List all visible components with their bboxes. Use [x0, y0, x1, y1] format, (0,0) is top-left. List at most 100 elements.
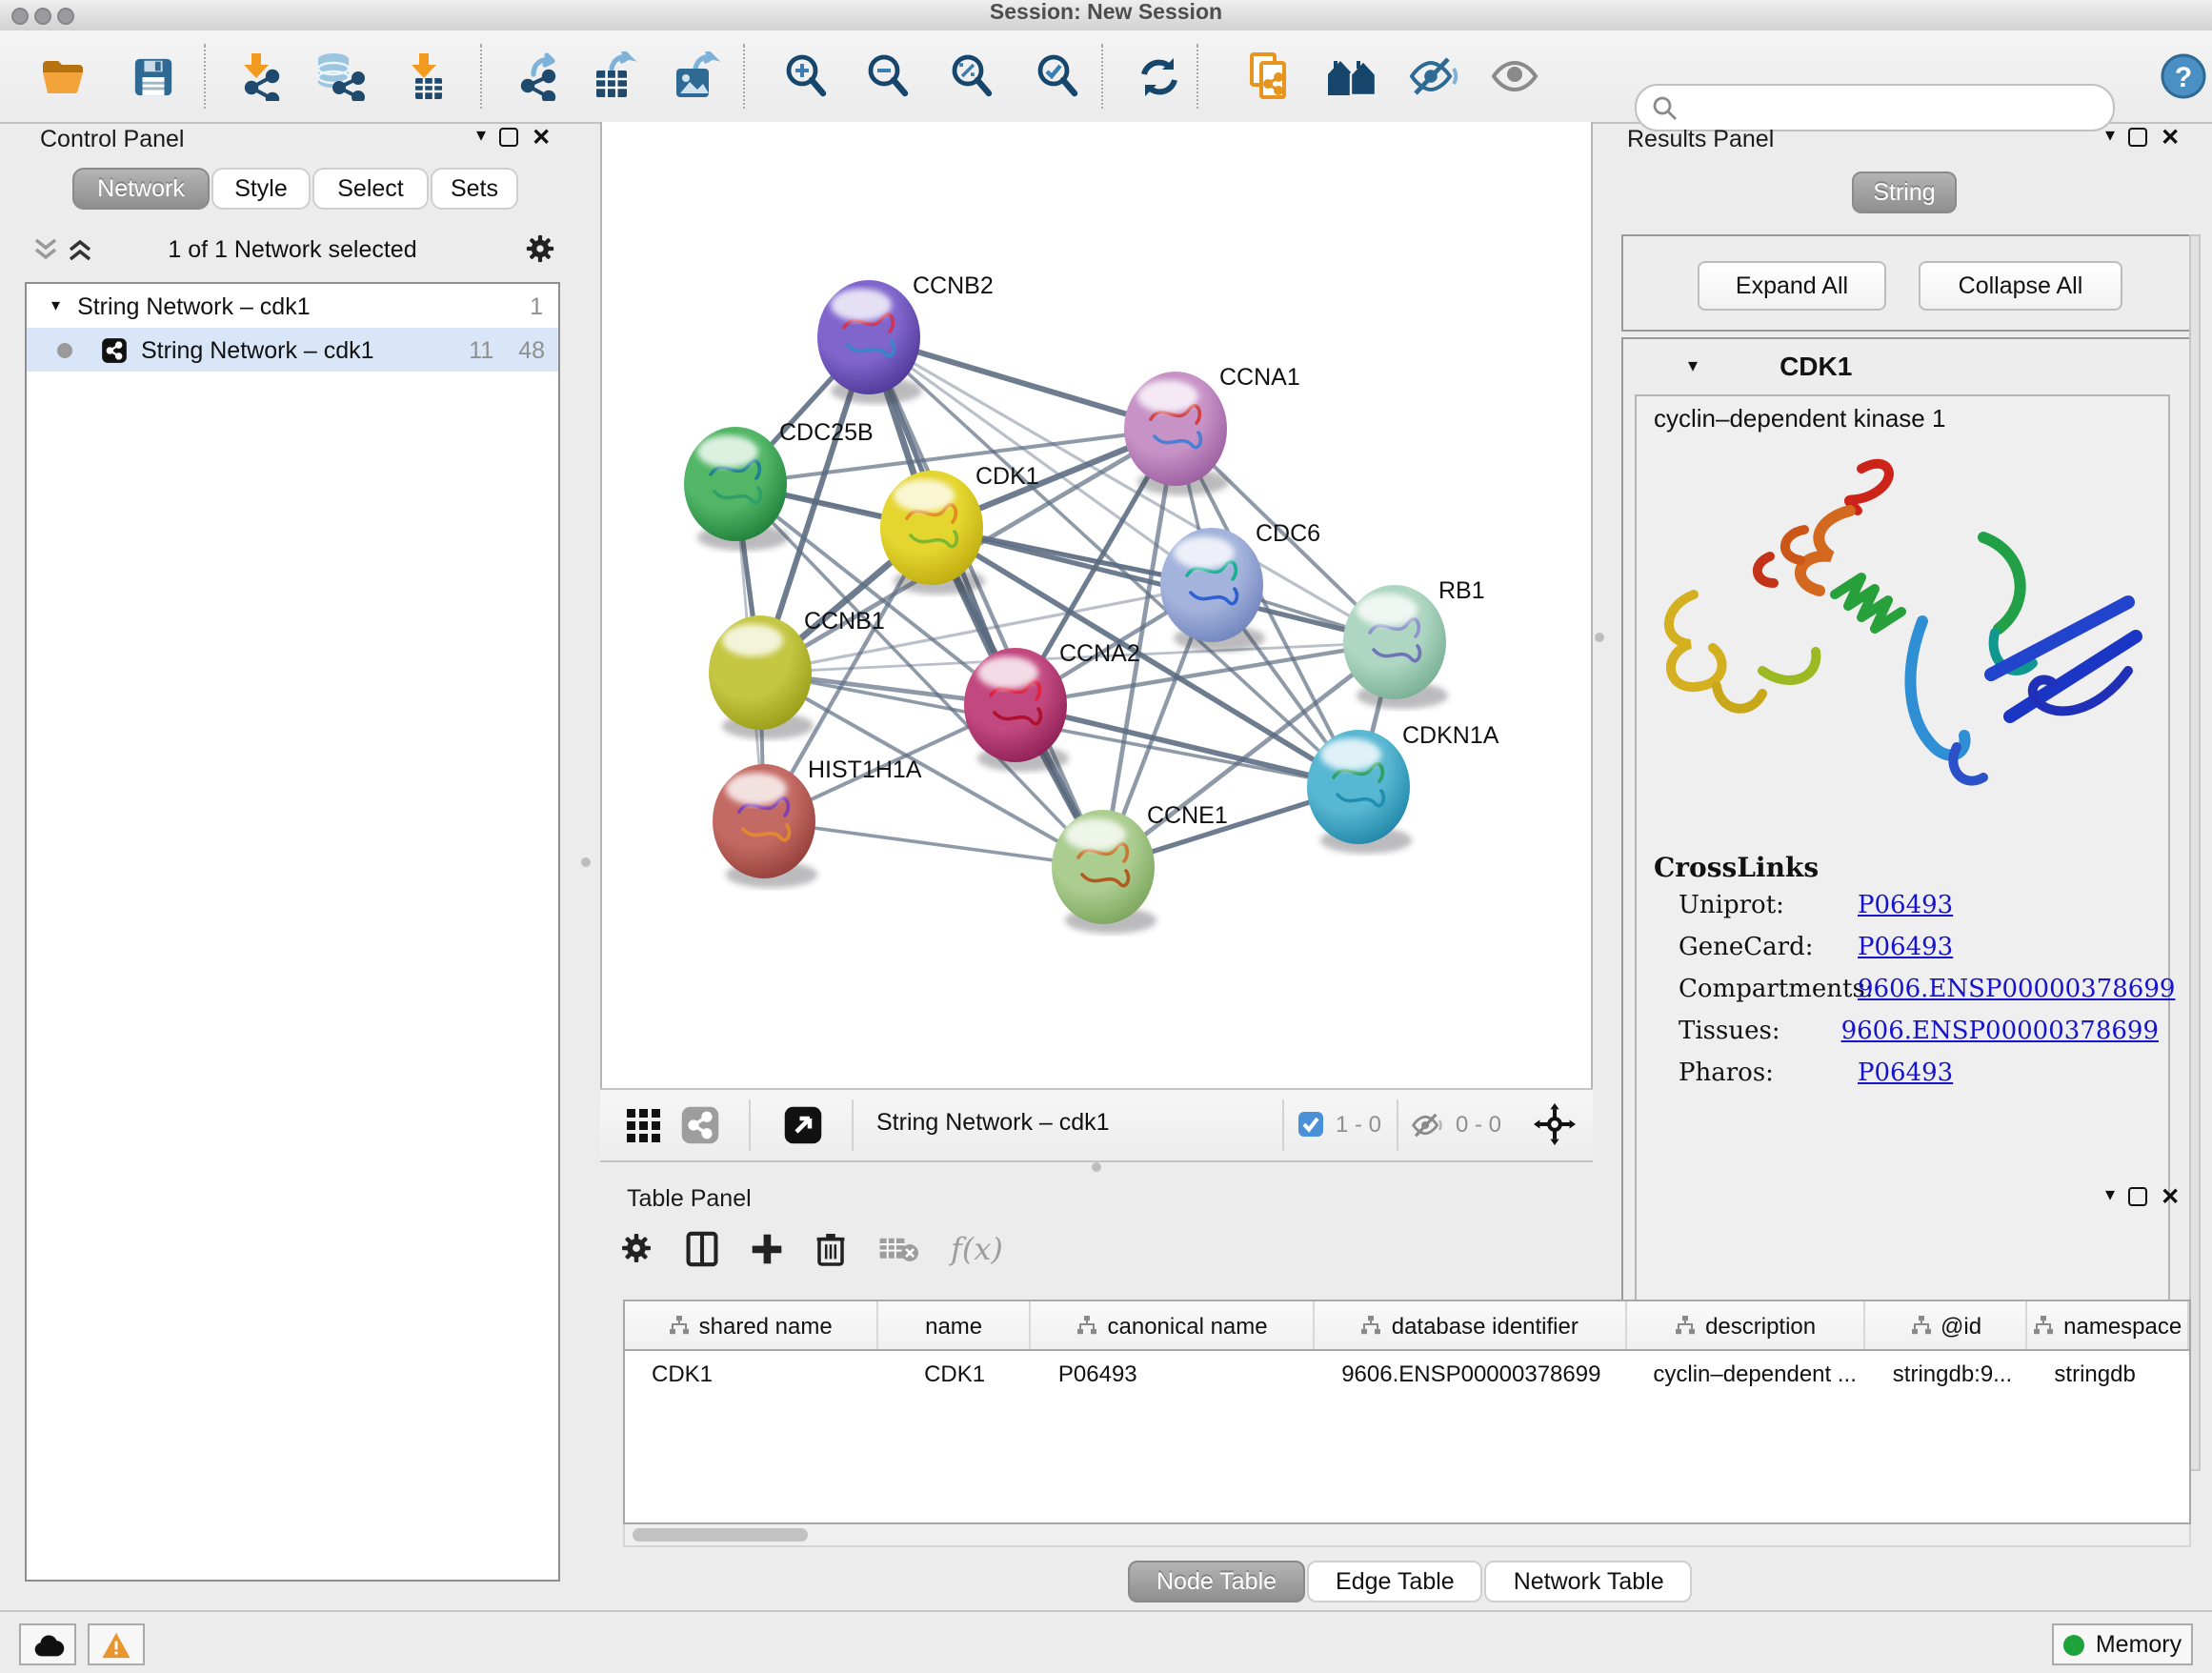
network-node-CDKN1A[interactable]: [1307, 730, 1410, 844]
search-input[interactable]: [1686, 92, 2113, 123]
tab-network[interactable]: Network: [72, 168, 210, 210]
birdseye-pan-icon[interactable]: [1534, 1103, 1576, 1145]
network-node-CCNB2[interactable]: [817, 280, 920, 394]
network-node-CCNA1[interactable]: [1124, 372, 1227, 486]
function-builder-icon[interactable]: f(x): [951, 1230, 1003, 1266]
panel-close-icon[interactable]: ✕: [532, 129, 551, 144]
panel-close-icon[interactable]: ✕: [2161, 129, 2180, 144]
crosslink-link[interactable]: 9606.ENSP00000378699: [1858, 975, 2175, 1003]
crosslink-link[interactable]: P06493: [1858, 1058, 1953, 1087]
network-node-CCNE1[interactable]: [1052, 810, 1155, 924]
memory-button[interactable]: Memory: [2052, 1623, 2193, 1665]
crosslink-label: Compartments:: [1654, 975, 1858, 1003]
network-collection-row[interactable]: ▾ String Network – cdk1 1: [27, 284, 558, 328]
zoom-selected-button[interactable]: [1023, 38, 1092, 114]
crosslink-link[interactable]: P06493: [1858, 933, 1953, 961]
gene-section-header[interactable]: ▾ CDK1: [1623, 339, 2191, 393]
right-splitter-handle[interactable]: [1595, 633, 1604, 642]
selected-checkbox-icon[interactable]: [1297, 1111, 1324, 1138]
import-network-button[interactable]: [225, 38, 293, 114]
grid-view-icon[interactable]: [625, 1107, 663, 1145]
network-share-icon: [101, 336, 128, 363]
delete-table-icon[interactable]: [878, 1234, 918, 1262]
network-node-CDC25B[interactable]: [684, 427, 787, 541]
collapse-all-chevron-icon[interactable]: [32, 236, 59, 263]
zoom-in-button[interactable]: [772, 38, 840, 114]
protein-structure-image: [1637, 446, 2170, 831]
refresh-view-button[interactable]: [1124, 38, 1193, 114]
crosslink-row: Tissues:9606.ENSP00000378699: [1654, 1010, 2159, 1052]
column-header-name[interactable]: name: [877, 1301, 1032, 1349]
network-node-CCNA2[interactable]: [964, 648, 1067, 762]
column-header-canonical-name[interactable]: canonical name: [1032, 1301, 1315, 1349]
gene-collapse-caret[interactable]: ▾: [1688, 355, 1698, 376]
network-view-canvas[interactable]: CCNB2CCNA1CDC25BCDK1CDC6RB1CCNB1CCNA2CDK…: [600, 122, 1593, 1088]
import-table-button[interactable]: [392, 38, 461, 114]
export-image-button[interactable]: [661, 38, 730, 114]
cloud-status-button[interactable]: [19, 1623, 76, 1665]
table-horizontal-scrollbar[interactable]: [623, 1524, 2191, 1547]
network-thumbnail-icon[interactable]: [680, 1105, 720, 1145]
network-node-RB1[interactable]: [1343, 585, 1446, 699]
collection-expand-caret[interactable]: ▾: [51, 295, 60, 316]
collapse-all-button[interactable]: Collapse All: [1919, 261, 2122, 311]
table-options-gear-icon[interactable]: [619, 1231, 654, 1265]
home-button[interactable]: [1318, 38, 1387, 114]
column-header-description[interactable]: description: [1626, 1301, 1865, 1349]
network-node-CCNB1[interactable]: [709, 615, 812, 730]
bottom-splitter-handle[interactable]: [1092, 1162, 1101, 1172]
help-button[interactable]: ?: [2149, 38, 2212, 114]
warnings-button[interactable]: [88, 1623, 145, 1665]
zoom-fit-button[interactable]: [937, 38, 1006, 114]
tab-sets[interactable]: Sets: [431, 168, 518, 210]
expand-all-button[interactable]: Expand All: [1698, 261, 1886, 311]
export-table-button[interactable]: [579, 38, 648, 114]
column-header-database-identifier[interactable]: database identifier: [1315, 1301, 1626, 1349]
network-options-gear-icon[interactable]: [524, 232, 556, 265]
save-session-button[interactable]: [118, 38, 187, 114]
memory-label: Memory: [2096, 1631, 2182, 1658]
panel-menu-icon[interactable]: ▾: [2105, 1185, 2115, 1206]
panel-float-icon[interactable]: [499, 127, 518, 146]
column-header-namespace[interactable]: namespace: [2027, 1301, 2189, 1349]
open-session-button[interactable]: [29, 38, 97, 114]
open-folder-icon: [39, 55, 87, 97]
tab-network-table[interactable]: Network Table: [1485, 1561, 1693, 1602]
table-cell: 9606.ENSP00000378699: [1315, 1351, 1626, 1397]
column-header-shared-name[interactable]: shared name: [625, 1301, 877, 1349]
show-columns-icon[interactable]: [686, 1230, 718, 1266]
network-node-CDK1[interactable]: [880, 471, 983, 585]
delete-column-icon[interactable]: [815, 1230, 846, 1266]
show-all-button[interactable]: [1480, 38, 1549, 114]
left-splitter-handle[interactable]: [581, 857, 591, 867]
crosslink-link[interactable]: P06493: [1858, 891, 1953, 919]
table-cell: cyclin–dependent ...: [1626, 1351, 1865, 1397]
tab-select[interactable]: Select: [312, 168, 429, 210]
table-row[interactable]: CDK1CDK1P064939606.ENSP00000378699cyclin…: [625, 1351, 2189, 1397]
tab-edge-table[interactable]: Edge Table: [1307, 1561, 1483, 1602]
panel-close-icon[interactable]: ✕: [2161, 1188, 2180, 1203]
crosslink-link[interactable]: 9606.ENSP00000378699: [1841, 1017, 2159, 1045]
detach-view-icon[interactable]: [783, 1105, 823, 1145]
tab-node-table[interactable]: Node Table: [1128, 1561, 1305, 1602]
network-node-HIST1H1A[interactable]: [713, 764, 815, 878]
network-edge-CCNB2-CCNE1[interactable]: [869, 337, 1103, 867]
network-row[interactable]: String Network – cdk1 11 48: [27, 328, 558, 372]
zoom-out-button[interactable]: [854, 38, 922, 114]
crosslinks-heading: CrossLinks: [1654, 854, 2159, 884]
hide-selected-button[interactable]: [1398, 38, 1467, 114]
panel-float-icon[interactable]: [2128, 1186, 2147, 1205]
tab-string[interactable]: String: [1852, 171, 1957, 213]
column-header--id[interactable]: @id: [1866, 1301, 2028, 1349]
import-network-from-database-button[interactable]: [305, 38, 373, 114]
copy-document-button[interactable]: [1235, 38, 1303, 114]
panel-menu-icon[interactable]: ▾: [2105, 126, 2115, 147]
panel-float-icon[interactable]: [2128, 127, 2147, 146]
network-node-CDC6[interactable]: [1160, 528, 1263, 642]
panel-menu-icon[interactable]: ▾: [476, 126, 486, 147]
export-network-button[interactable]: [503, 38, 572, 114]
add-column-icon[interactable]: [751, 1232, 783, 1264]
scrollbar-thumb[interactable]: [633, 1528, 808, 1542]
tab-style[interactable]: Style: [211, 168, 311, 210]
expand-all-chevron-icon[interactable]: [67, 236, 93, 263]
